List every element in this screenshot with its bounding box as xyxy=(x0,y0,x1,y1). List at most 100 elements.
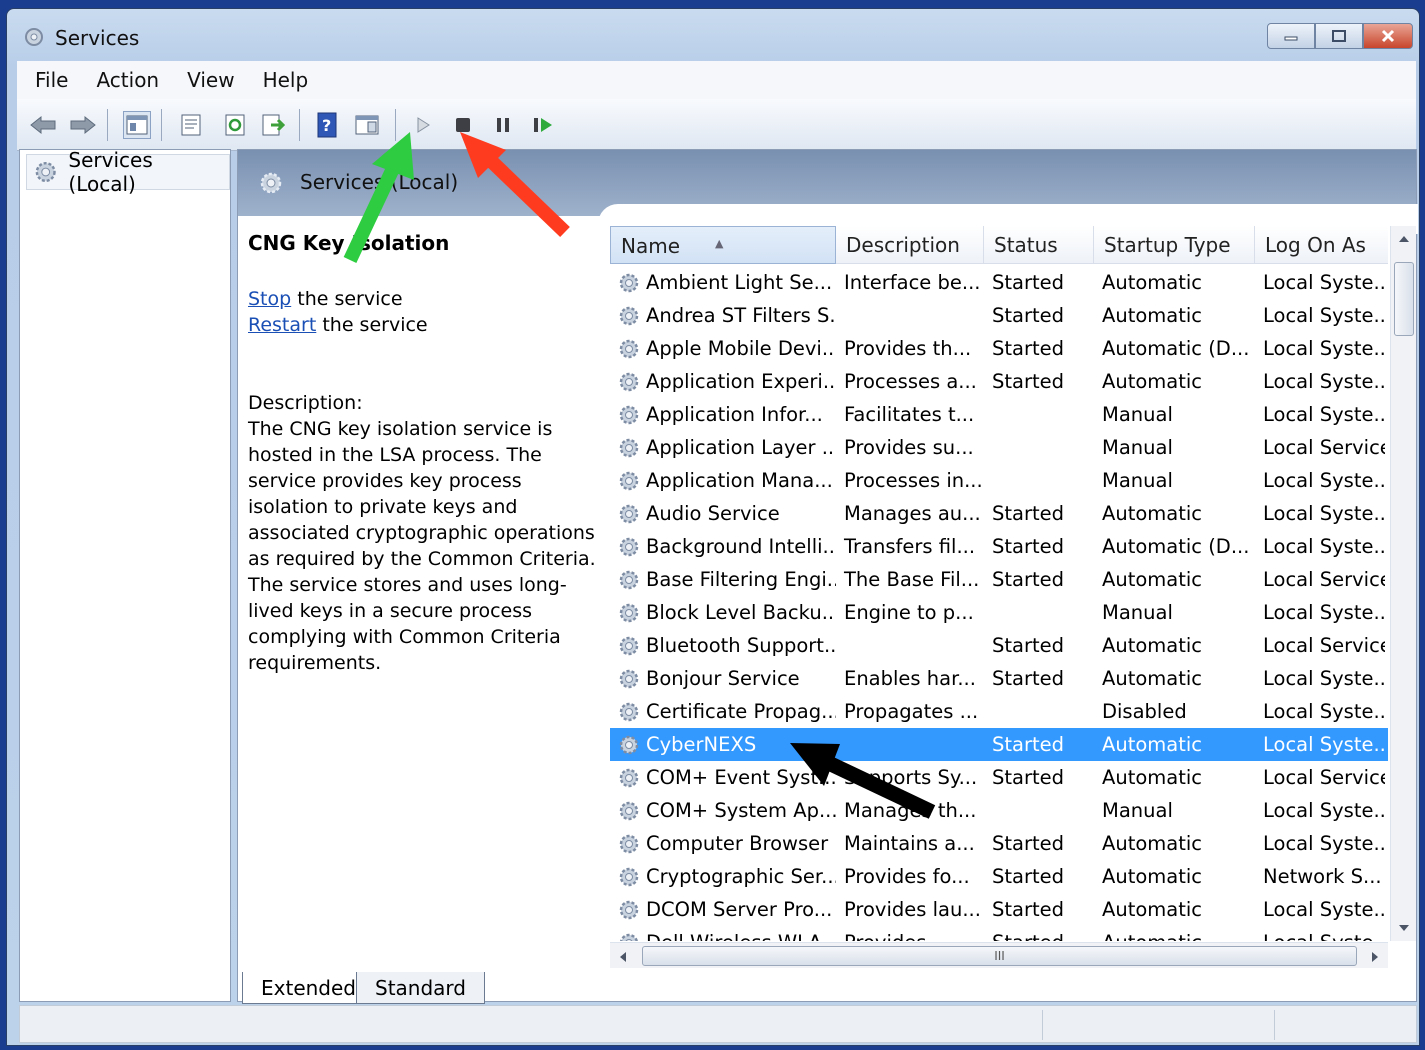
service-row[interactable]: COM+ System Ap... Manages th... Manual Loca… xyxy=(610,794,1388,827)
back-arrow-icon xyxy=(30,115,56,135)
service-row[interactable]: CyberNEXS Started Automatic Local Syste... xyxy=(610,728,1388,761)
service-row[interactable]: Dell Wireless WLA...Provides...StartedAu… xyxy=(610,926,1388,941)
scroll-right-icon xyxy=(1372,952,1378,962)
restart-service-link[interactable]: Restart xyxy=(248,314,316,336)
service-row[interactable]: COM+ Event Syst... Supports Sy... Started A… xyxy=(610,761,1388,794)
properties-button[interactable] xyxy=(177,111,205,139)
svg-text:?: ? xyxy=(322,116,331,135)
service-row[interactable]: Certificate Propag... Propagates ... Disab… xyxy=(610,695,1388,728)
minimize-button[interactable] xyxy=(1267,23,1315,49)
service-gear-icon xyxy=(619,669,639,688)
vertical-scrollbar[interactable] xyxy=(1390,226,1416,941)
service-name-text: Application Experi... xyxy=(646,370,836,393)
service-row[interactable]: Apple Mobile Devi... Provides th... Starte… xyxy=(610,332,1388,365)
show-pane-button[interactable] xyxy=(353,111,381,139)
help-button[interactable]: ? xyxy=(313,111,341,139)
service-row[interactable]: Computer Browser Maintains a... Started Aut… xyxy=(610,827,1388,860)
service-log-on-as: Local Syste... xyxy=(1263,502,1385,525)
service-startup-type: Automatic xyxy=(1102,898,1203,921)
maximize-button[interactable] xyxy=(1315,23,1363,49)
service-log-on-as: Local Syste... xyxy=(1255,931,1385,941)
column-header-description[interactable]: Description xyxy=(836,226,984,264)
menu-view[interactable]: View xyxy=(187,68,234,92)
column-header-log-on-as[interactable]: Log On As xyxy=(1255,226,1388,264)
console-tree-button[interactable] xyxy=(123,111,151,139)
resume-service-button[interactable] xyxy=(529,111,557,139)
service-name: Block Level Backu... xyxy=(610,600,836,626)
description-text: The CNG key isolation service is hosted … xyxy=(248,418,596,674)
vertical-scroll-thumb[interactable] xyxy=(1394,262,1414,336)
back-button[interactable] xyxy=(29,111,57,139)
service-row[interactable]: Cryptographic Ser... Provides fo... Starte… xyxy=(610,860,1388,893)
service-startup-type: Automatic xyxy=(1102,634,1203,657)
service-description: Maintains a... xyxy=(844,832,975,855)
service-log-on-as: Local Syste... xyxy=(1263,733,1385,756)
service-row[interactable]: Base Filtering Engi... The Base Fil... Sta… xyxy=(610,563,1388,596)
horizontal-scroll-thumb[interactable]: III xyxy=(642,946,1357,966)
service-row[interactable]: Bluetooth Support... Started Automatic Loca… xyxy=(610,629,1388,662)
service-row[interactable]: Application Infor... Facilitates t... Manu… xyxy=(610,398,1388,431)
toolbar: ? xyxy=(17,99,1416,151)
close-button[interactable] xyxy=(1363,23,1413,49)
service-description: Processes a... xyxy=(844,370,977,393)
service-startup-type: Automatic xyxy=(1102,865,1203,888)
column-label: Name xyxy=(621,234,681,258)
menu-file[interactable]: File xyxy=(35,68,68,92)
service-row[interactable]: Block Level Backu... Engine to p... Manual… xyxy=(610,596,1388,629)
service-name: Application Experi... xyxy=(610,369,836,395)
service-name-text: Block Level Backu... xyxy=(646,601,836,624)
pause-service-button[interactable] xyxy=(489,111,517,139)
service-row[interactable]: Application Layer ... Provides su... Manua… xyxy=(610,431,1388,464)
service-description: Facilitates t... xyxy=(844,403,975,426)
service-status: Started xyxy=(992,304,1065,327)
service-row[interactable]: Background Intelli... Transfers fil... Sta… xyxy=(610,530,1388,563)
service-row[interactable]: Ambient Light Se... Interface be... Starte… xyxy=(610,266,1388,299)
service-row[interactable]: Audio Service Manages au... Started Automat… xyxy=(610,497,1388,530)
service-rows: Ambient Light Se... Interface be... Starte… xyxy=(610,266,1388,941)
service-name-text: Ambient Light Se... xyxy=(646,271,833,294)
forward-button[interactable] xyxy=(69,111,97,139)
column-header-status[interactable]: Status xyxy=(984,226,1094,264)
service-row[interactable]: Application Experi... Processes a... Start… xyxy=(610,365,1388,398)
tree-item-services-local[interactable]: Services (Local) xyxy=(26,148,230,196)
services-gear-icon xyxy=(25,28,43,46)
menu-help[interactable]: Help xyxy=(263,68,309,92)
close-icon xyxy=(1381,29,1395,43)
service-startup-type: Automatic xyxy=(1102,667,1203,690)
title-bar[interactable]: Services xyxy=(7,9,1419,61)
export-list-button[interactable] xyxy=(259,111,287,139)
service-log-on-as: Local Syste... xyxy=(1263,403,1385,426)
service-gear-icon xyxy=(619,900,639,919)
service-log-on-as: Local Syste... xyxy=(1263,337,1385,360)
service-gear-icon xyxy=(619,570,639,589)
service-log-on-as: Local Syste... xyxy=(1263,799,1385,822)
sort-ascending-icon: ▲ xyxy=(715,237,724,250)
service-row[interactable]: Andrea ST Filters S... Started Automatic Lo… xyxy=(610,299,1388,332)
horizontal-scrollbar[interactable]: III xyxy=(610,942,1388,968)
tree-item-label: Services (Local) xyxy=(68,148,153,196)
service-description: The Base Fil... xyxy=(844,568,980,591)
service-description: Processes in... xyxy=(844,469,983,492)
service-gear-icon xyxy=(619,702,639,721)
stop-service-button[interactable] xyxy=(449,111,477,139)
service-log-on-as: Local Service xyxy=(1263,436,1385,459)
service-gear-icon xyxy=(619,537,639,556)
column-header-startup-type[interactable]: Startup Type xyxy=(1094,226,1255,264)
service-row[interactable]: DCOM Server Pro... Provides lau... Started… xyxy=(610,893,1388,926)
service-row[interactable]: Application Mana... Processes in... Manual… xyxy=(610,464,1388,497)
service-name: Application Mana... xyxy=(610,468,836,494)
selected-service-name: CNG Key Isolation xyxy=(248,231,450,255)
service-name: Bonjour Service xyxy=(610,666,836,692)
start-service-button[interactable] xyxy=(409,111,437,139)
tab-standard[interactable]: Standard xyxy=(356,972,485,1004)
stop-service-link[interactable]: Stop xyxy=(248,288,291,310)
service-name: CyberNEXS xyxy=(610,732,836,758)
service-row[interactable]: Bonjour Service Enables har... Started Auto… xyxy=(610,662,1388,695)
pause-icon xyxy=(497,118,509,132)
column-header-name[interactable]: ▲ Name xyxy=(610,226,836,264)
service-details: CNG Key Isolation Stop the service Resta… xyxy=(248,230,600,676)
menu-action[interactable]: Action xyxy=(96,68,159,92)
refresh-button[interactable] xyxy=(221,111,249,139)
service-description: Provides lau... xyxy=(844,898,981,921)
service-log-on-as: Local Syste... xyxy=(1263,370,1385,393)
